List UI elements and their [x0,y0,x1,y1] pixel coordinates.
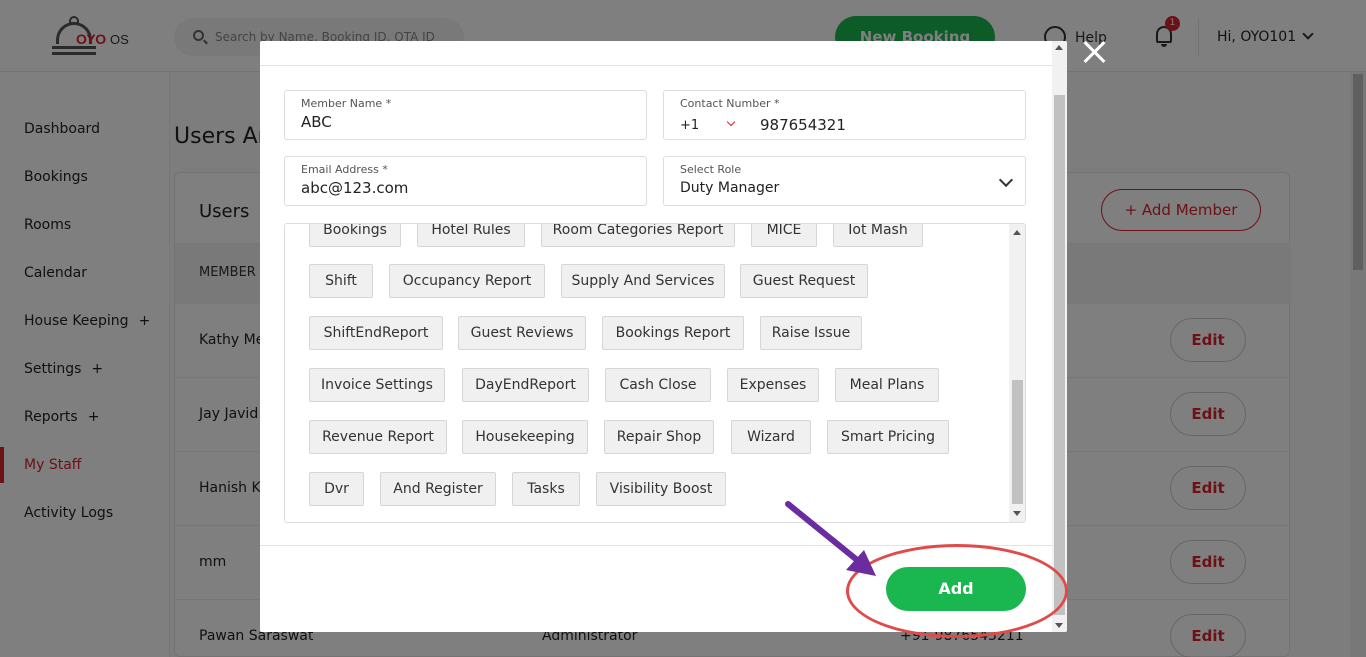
permission-chip[interactable]: Guest Request [740,264,868,298]
field-label: Contact Number * [680,97,780,110]
permission-chip[interactable]: Supply And Services [561,264,725,298]
scrollbar-thumb[interactable] [1012,380,1023,504]
permission-chip[interactable]: Housekeeping [462,420,588,454]
permissions-scrollbar[interactable] [1009,224,1025,522]
modal-scrollbar[interactable] [1052,41,1067,632]
permission-chip[interactable]: Shift [309,264,373,298]
permission-chip[interactable]: MICE [751,224,817,247]
chevron-down-icon[interactable] [726,117,736,127]
country-code-select[interactable]: +1 [680,118,699,133]
permission-chip[interactable]: DayEndReport [462,368,589,402]
permission-chip[interactable]: Guest Reviews [458,316,586,350]
field-value: ABC [301,113,332,131]
close-icon[interactable] [1080,38,1108,66]
permission-chip[interactable]: ShiftEndReport [309,316,443,350]
modal-divider [260,65,1052,66]
permission-chip[interactable]: Raise Issue [760,316,862,350]
permission-chip[interactable]: Repair Shop [604,420,714,454]
permission-chip[interactable]: Hotel Rules [417,224,525,247]
scroll-up-arrow-icon[interactable] [1055,45,1063,50]
permission-chip[interactable]: Dvr [309,472,364,506]
permission-chip[interactable]: And Register [380,472,496,506]
chevron-down-icon [998,172,1014,188]
permission-chip[interactable]: Bookings Report [602,316,744,350]
scroll-down-arrow-icon[interactable] [1055,623,1063,628]
field-label: Select Role [680,163,742,176]
permission-chip[interactable]: Invoice Settings [309,368,445,402]
field-label: Member Name * [301,97,392,110]
permission-chip[interactable]: Cash Close [605,368,711,402]
permission-chip[interactable]: Meal Plans [835,368,939,402]
permission-chip[interactable]: Tasks [512,472,580,506]
scrollbar-thumb[interactable] [1054,95,1065,615]
pointer-arrow-annotation [785,501,876,576]
arrow-shaft [785,501,865,567]
permission-chip[interactable]: Bookings [309,224,401,247]
permission-chip[interactable]: Smart Pricing [827,420,949,454]
permission-chip[interactable]: Room Categories Report [541,224,735,247]
email-field[interactable]: Email Address * abc@123.com [284,156,647,206]
permission-chip[interactable]: Expenses [727,368,819,402]
scroll-up-arrow-icon[interactable] [1013,230,1021,235]
field-label: Email Address * [301,163,388,176]
scroll-down-arrow-icon[interactable] [1013,511,1021,516]
role-select[interactable]: Select Role Duty Manager [663,156,1026,206]
permission-chip[interactable]: Occupancy Report [389,264,545,298]
permission-chip[interactable]: Iot Mash [833,224,923,247]
field-value: Duty Manager [680,180,780,196]
permission-chip[interactable]: Revenue Report [309,420,447,454]
member-name-field[interactable]: Member Name * ABC [284,90,647,140]
contact-number-field[interactable]: Contact Number * +1 987654321 [663,90,1026,140]
phone-value: 987654321 [760,116,846,134]
field-value: abc@123.com [301,179,409,197]
permission-chip[interactable]: Wizard [731,420,811,454]
permission-chip[interactable]: Visibility Boost [596,472,726,506]
permissions-list: Bookings Hotel Rules Room Categories Rep… [284,223,1026,523]
